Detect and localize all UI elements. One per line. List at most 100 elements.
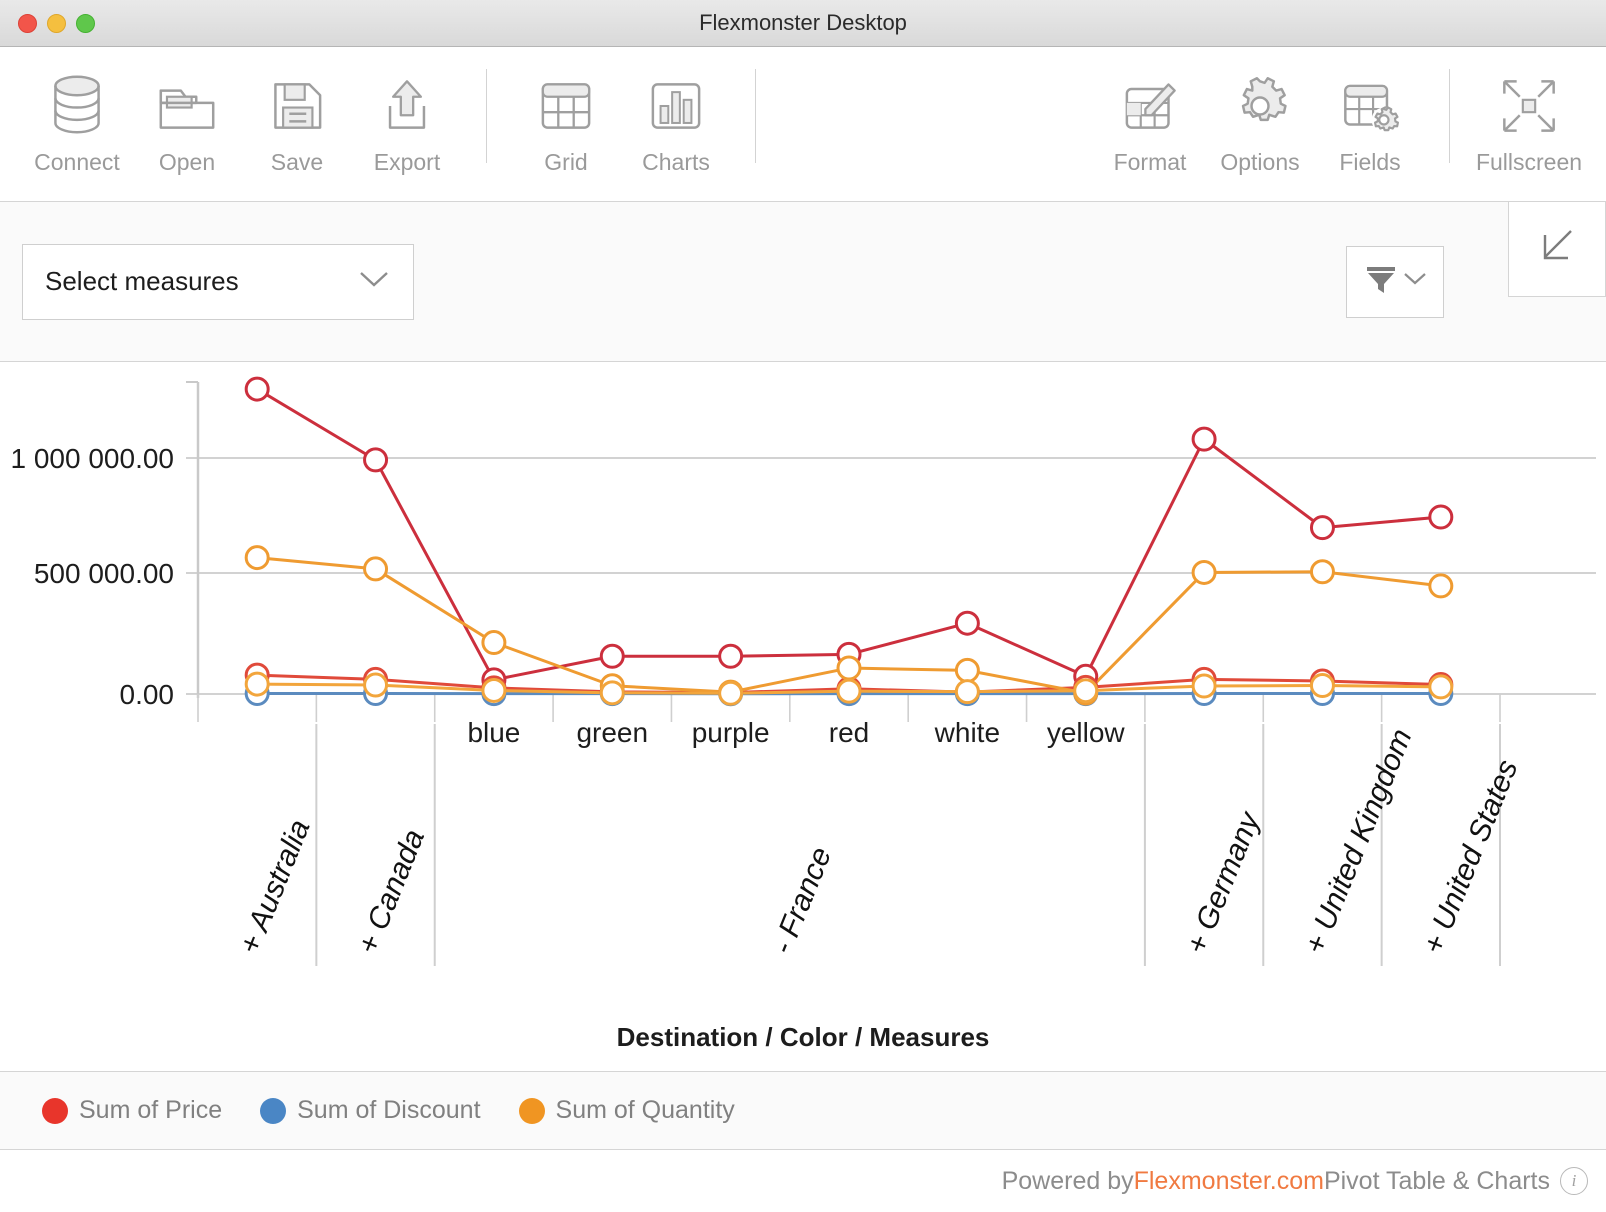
chart-x-group-label[interactable]: + Germany: [1180, 806, 1267, 959]
chart-data-point[interactable]: [1309, 515, 1335, 541]
chart-data-point[interactable]: [1428, 504, 1454, 530]
chart-data-point[interactable]: [1428, 573, 1454, 599]
chart-x-group-label[interactable]: + United Kingdom: [1298, 724, 1418, 958]
toolbar-button-fullscreen[interactable]: Fullscreen: [1474, 65, 1584, 176]
chart-data-point[interactable]: [954, 679, 980, 705]
collapse-arrow-icon: [1533, 225, 1581, 274]
powered-by-text: Powered by: [1001, 1166, 1134, 1195]
app-window: Flexmonster Desktop Connect Open Save Ex…: [0, 0, 1606, 1212]
zoom-button[interactable]: [76, 14, 95, 33]
legend-item[interactable]: Sum of Quantity: [518, 1096, 735, 1125]
close-button[interactable]: [18, 14, 37, 33]
toolbar-label: Format: [1113, 149, 1187, 175]
filter-dropdown-button[interactable]: [1346, 245, 1444, 318]
grid-icon: [529, 65, 603, 147]
chart-data-point[interactable]: [1191, 673, 1217, 699]
toolbar-divider-2: [755, 69, 756, 163]
toolbar-label: Fullscreen: [1475, 149, 1583, 175]
chart-data-point[interactable]: [718, 643, 744, 669]
toolbar-button-grid[interactable]: Grid: [511, 65, 621, 176]
format-pencil-icon: [1113, 65, 1187, 147]
chart-data-point[interactable]: [836, 678, 862, 704]
folder-icon: [150, 65, 224, 147]
legend-swatch: [42, 1097, 68, 1124]
fields-gear-icon: [1333, 65, 1407, 147]
chart-data-point[interactable]: [363, 672, 389, 698]
legend-label: Sum of Price: [79, 1096, 223, 1124]
toolbar-label: Save: [270, 149, 324, 175]
toolbar-label: Fields: [1339, 149, 1401, 175]
flexmonster-link[interactable]: Flexmonster.com: [1134, 1167, 1324, 1196]
fullscreen-arrows-icon: [1492, 65, 1566, 147]
chart-data-point[interactable]: [244, 671, 270, 697]
toolbar: Connect Open Save Export Grid Charts For…: [0, 47, 1606, 202]
chart-x-inner-label[interactable]: blue: [467, 717, 520, 748]
toolbar-divider-1: [486, 69, 487, 163]
chart-data-point[interactable]: [481, 630, 507, 656]
chart-x-inner-label[interactable]: green: [576, 717, 648, 748]
chart-container[interactable]: 0.00 500 000.00 1 000 000.00 blue green purpl…: [0, 362, 1606, 1072]
toolbar-button-fields[interactable]: Fields: [1315, 65, 1425, 176]
chart-x-group-label[interactable]: + United States: [1417, 755, 1525, 958]
chart-data-point[interactable]: [244, 545, 270, 571]
toolbar-button-charts[interactable]: Charts: [621, 65, 731, 176]
chart-data-point[interactable]: [718, 680, 744, 706]
floppy-disk-icon: [260, 65, 334, 147]
toolbar-label: Connect: [34, 149, 120, 175]
chart-x-group-label[interactable]: + Canada: [351, 825, 431, 959]
chart-y-tick-label: 0.00: [120, 679, 175, 710]
toolbar-button-export[interactable]: Export: [352, 65, 462, 176]
select-measures-dropdown[interactable]: Select measures: [22, 243, 414, 320]
upload-icon: [370, 65, 444, 147]
toolbar-label: Export: [373, 149, 441, 175]
legend-swatch: [518, 1097, 545, 1124]
chart-data-point[interactable]: [363, 556, 389, 582]
legend-swatch: [260, 1097, 287, 1124]
chart-data-point[interactable]: [481, 677, 507, 703]
chart-data-point[interactable]: [1191, 559, 1217, 585]
collapse-panel-button[interactable]: [1508, 201, 1606, 297]
chart-data-point[interactable]: [244, 376, 270, 402]
footer-bar: Powered by Flexmonster.com Pivot Table &…: [0, 1150, 1606, 1212]
chart-data-point[interactable]: [954, 657, 980, 683]
chart-data-point[interactable]: [1309, 559, 1335, 585]
info-icon[interactable]: i: [1560, 1167, 1588, 1195]
toolbar-button-save[interactable]: Save: [242, 65, 352, 176]
gear-icon: [1223, 65, 1297, 147]
chart-series-line[interactable]: [256, 387, 1441, 682]
toolbar-button-options[interactable]: Options: [1205, 65, 1315, 176]
chart-data-point[interactable]: [599, 643, 625, 669]
chart-data-point[interactable]: [599, 680, 625, 706]
toolbar-label: Charts: [642, 149, 710, 175]
legend-item[interactable]: Sum of Discount: [260, 1096, 481, 1125]
bar-chart-icon: [639, 65, 713, 147]
chart-data-point[interactable]: [836, 655, 862, 681]
chart-x-inner-label[interactable]: purple: [692, 717, 770, 748]
toolbar-button-format[interactable]: Format: [1095, 65, 1205, 176]
toolbar-button-open[interactable]: Open: [132, 65, 242, 176]
funnel-icon: [1363, 262, 1399, 301]
toolbar-label: Grid: [544, 149, 588, 175]
chart-x-inner-label[interactable]: yellow: [1047, 717, 1126, 748]
line-chart[interactable]: 0.00 500 000.00 1 000 000.00 blue green purpl…: [0, 362, 1606, 1052]
chart-legend: Sum of Price Sum of Discount Sum of Quanti…: [0, 1072, 1606, 1150]
toolbar-label: Open: [158, 149, 216, 175]
chart-data-point[interactable]: [954, 610, 980, 636]
product-name-text: Pivot Table & Charts: [1323, 1166, 1550, 1195]
toolbar-divider-3: [1449, 69, 1450, 163]
legend-item[interactable]: Sum of Price: [42, 1096, 222, 1125]
select-measures-label: Select measures: [45, 266, 239, 296]
chart-data-point[interactable]: [1191, 426, 1217, 452]
chart-x-inner-label[interactable]: white: [934, 717, 1000, 748]
chart-data-point[interactable]: [1309, 673, 1335, 699]
chart-x-group-label[interactable]: + Australia: [233, 815, 317, 959]
toolbar-button-connect[interactable]: Connect: [22, 65, 132, 176]
minimize-button[interactable]: [47, 14, 66, 33]
chart-x-inner-label[interactable]: red: [829, 717, 869, 748]
filter-bar: Select measures: [0, 201, 1606, 362]
chart-y-tick-label: 1 000 000.00: [11, 443, 175, 474]
chart-data-point[interactable]: [1073, 678, 1099, 704]
chart-x-group-label[interactable]: - France: [766, 843, 838, 959]
chart-data-point[interactable]: [1428, 674, 1454, 700]
chart-data-point[interactable]: [363, 447, 389, 473]
